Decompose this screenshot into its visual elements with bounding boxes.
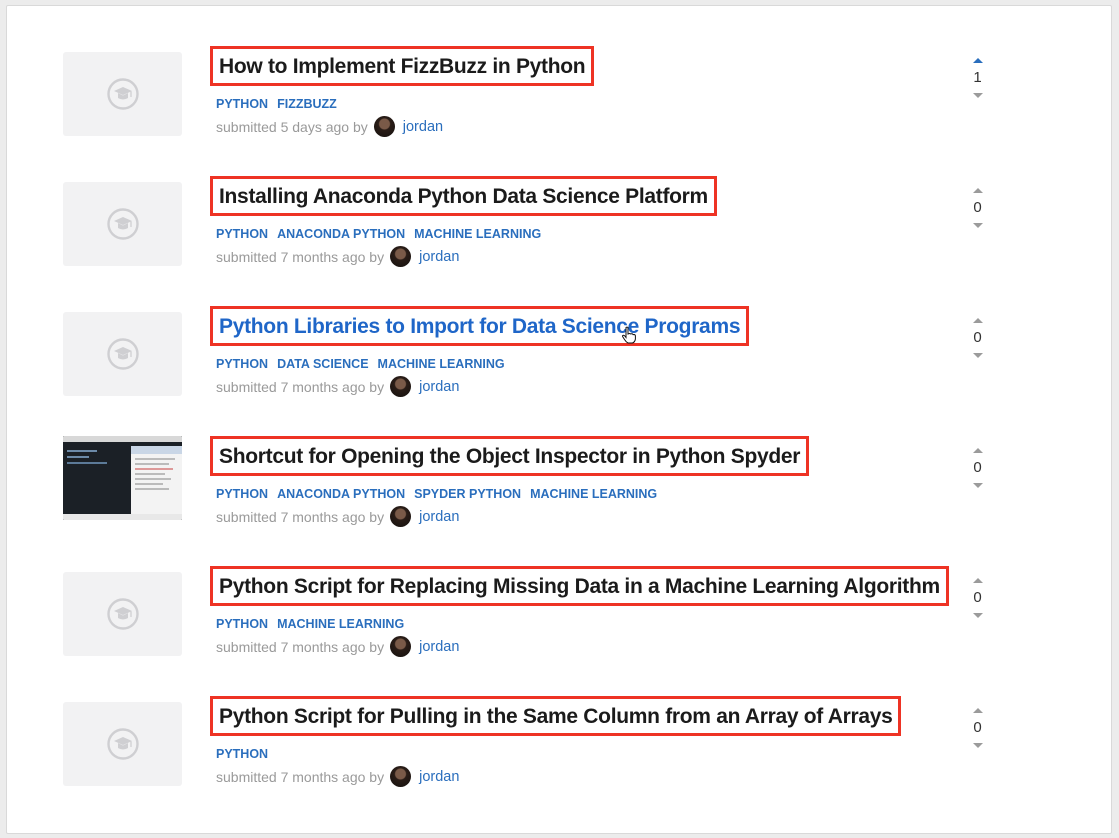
author-link[interactable]: jordan (419, 769, 459, 785)
caret-down-icon[interactable] (973, 353, 983, 358)
caret-down-icon[interactable] (973, 743, 983, 748)
post-tags: PYTHON MACHINE LEARNING (216, 615, 413, 633)
tag-link[interactable]: SPYDER PYTHON (414, 487, 521, 501)
post-meta: submitted 7 months ago by jordan (216, 376, 459, 397)
tag-link[interactable]: MACHINE LEARNING (277, 617, 404, 631)
author-link[interactable]: jordan (419, 379, 459, 395)
post-item: How to Implement FizzBuzz in Python PYTH… (7, 6, 1113, 137)
title-highlight-box: Shortcut for Opening the Object Inspecto… (210, 436, 810, 476)
caret-down-icon[interactable] (973, 223, 983, 228)
tag-link[interactable]: PYTHON (216, 97, 268, 111)
post-meta: submitted 7 months ago by jordan (216, 246, 459, 267)
author-link[interactable]: jordan (403, 119, 443, 135)
author-link[interactable]: jordan (419, 249, 459, 265)
vote-widget: 0 (965, 578, 991, 618)
vote-count: 0 (973, 589, 983, 606)
vote-widget: 0 (965, 318, 991, 358)
post-meta: submitted 5 days ago by jordan (216, 116, 443, 137)
vote-widget: 0 (965, 188, 991, 228)
post-tags: PYTHON DATA SCIENCE MACHINE LEARNING (216, 355, 514, 373)
post-title-link[interactable]: Python Script for Replacing Missing Data… (219, 575, 940, 599)
tag-link[interactable]: ANACONDA PYTHON (277, 487, 405, 501)
avatar[interactable] (390, 506, 412, 527)
post-meta: submitted 7 months ago by jordan (216, 766, 459, 787)
tag-link[interactable]: MACHINE LEARNING (530, 487, 657, 501)
post-thumbnail[interactable] (63, 702, 182, 786)
vote-count: 0 (973, 329, 983, 346)
post-item: Python Libraries to Import for Data Scie… (7, 266, 1113, 397)
tag-link[interactable]: ANACONDA PYTHON (277, 227, 405, 241)
submitted-text: submitted 7 months ago by (216, 378, 385, 395)
post-item: Installing Anaconda Python Data Science … (7, 136, 1113, 267)
post-thumbnail[interactable] (63, 182, 182, 266)
post-tags: PYTHON ANACONDA PYTHON SPYDER PYTHON MACHIN… (216, 485, 666, 503)
post-title-link[interactable]: How to Implement FizzBuzz in Python (219, 55, 586, 79)
title-highlight-box: How to Implement FizzBuzz in Python (210, 46, 595, 86)
avatar[interactable] (373, 116, 395, 137)
submitted-text: submitted 5 days ago by (216, 118, 368, 135)
post-item: Python Script for Replacing Missing Data… (7, 526, 1113, 657)
ide-screenshot-thumbnail (63, 436, 182, 520)
submitted-text: submitted 7 months ago by (216, 508, 385, 525)
tag-link[interactable]: FIZZBUZZ (277, 97, 337, 111)
graduation-cap-icon (106, 338, 139, 370)
caret-down-icon[interactable] (973, 613, 983, 618)
vote-count: 1 (973, 69, 983, 86)
author-link[interactable]: jordan (419, 509, 459, 525)
tag-link[interactable]: PYTHON (216, 227, 268, 241)
vote-count: 0 (973, 459, 983, 476)
tag-link[interactable]: PYTHON (216, 617, 268, 631)
tag-link[interactable]: PYTHON (216, 357, 268, 371)
author-link[interactable]: jordan (419, 639, 459, 655)
hand-pointer-icon (622, 326, 636, 344)
vote-count: 0 (973, 199, 983, 216)
tag-link[interactable]: MACHINE LEARNING (378, 357, 505, 371)
title-highlight-box: Python Script for Replacing Missing Data… (210, 566, 949, 606)
post-title-link[interactable]: Shortcut for Opening the Object Inspecto… (219, 445, 800, 469)
tag-link[interactable]: DATA SCIENCE (277, 357, 368, 371)
post-thumbnail[interactable] (63, 312, 182, 396)
post-thumbnail[interactable] (63, 52, 182, 136)
submitted-text: submitted 7 months ago by (216, 248, 385, 265)
post-tags: PYTHON FIZZBUZZ (216, 95, 346, 113)
graduation-cap-icon (106, 598, 139, 630)
post-meta: submitted 7 months ago by jordan (216, 636, 459, 657)
vote-widget: 1 (965, 58, 991, 98)
post-title-link[interactable]: Python Libraries to Import for Data Scie… (219, 315, 741, 339)
vote-widget: 0 (965, 448, 991, 488)
graduation-cap-icon (106, 208, 139, 240)
post-item: Shortcut for Opening the Object Inspecto… (7, 396, 1113, 527)
post-thumbnail-screenshot[interactable] (63, 436, 182, 520)
avatar[interactable] (390, 766, 412, 787)
post-title-link[interactable]: Installing Anaconda Python Data Science … (219, 185, 708, 209)
tag-link[interactable]: PYTHON (216, 747, 268, 761)
title-highlight-box: Python Libraries to Import for Data Scie… (210, 306, 750, 346)
post-title-link[interactable]: Python Script for Pulling in the Same Co… (219, 705, 893, 729)
avatar[interactable] (390, 636, 412, 657)
avatar[interactable] (390, 376, 412, 397)
post-list-panel: How to Implement FizzBuzz in Python PYTH… (6, 5, 1112, 834)
title-highlight-box: Installing Anaconda Python Data Science … (210, 176, 717, 216)
post-item: Python Script for Pulling in the Same Co… (7, 656, 1113, 787)
caret-down-icon[interactable] (973, 483, 983, 488)
tag-link[interactable]: MACHINE LEARNING (414, 227, 541, 241)
post-thumbnail[interactable] (63, 572, 182, 656)
vote-widget: 0 (965, 708, 991, 748)
caret-down-icon[interactable] (973, 93, 983, 98)
vote-count: 0 (973, 719, 983, 736)
graduation-cap-icon (106, 78, 139, 110)
submitted-text: submitted 7 months ago by (216, 638, 385, 655)
graduation-cap-icon (106, 728, 139, 760)
post-tags: PYTHON (216, 745, 277, 763)
submitted-text: submitted 7 months ago by (216, 768, 385, 785)
title-highlight-box: Python Script for Pulling in the Same Co… (210, 696, 902, 736)
post-tags: PYTHON ANACONDA PYTHON MACHINE LEARNING (216, 225, 550, 243)
tag-link[interactable]: PYTHON (216, 487, 268, 501)
post-meta: submitted 7 months ago by jordan (216, 506, 459, 527)
avatar[interactable] (390, 246, 412, 267)
